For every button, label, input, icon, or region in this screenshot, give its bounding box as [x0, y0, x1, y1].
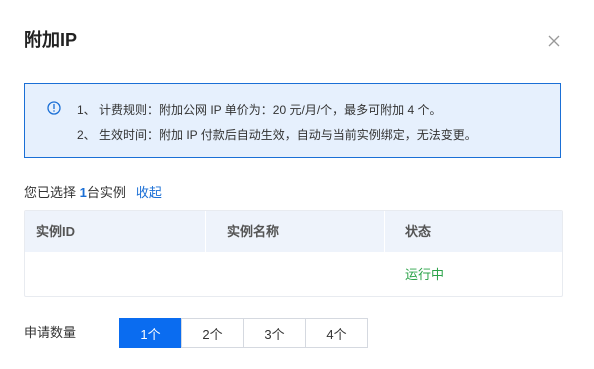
quantity-option-2[interactable]: 2个	[181, 318, 244, 348]
selection-count: 1	[79, 185, 87, 200]
cell-status: 运行中	[405, 267, 445, 282]
info-circle-icon	[47, 101, 61, 115]
quantity-option-4[interactable]: 4个	[305, 318, 368, 348]
column-header-status: 状态	[405, 224, 432, 239]
notice-billing-rule: 1、 计费规则：附加公网 IP 单价为：20 元/月/个，最多可附加 4 个。	[77, 103, 442, 117]
notice-box: 1、 计费规则：附加公网 IP 单价为：20 元/月/个，最多可附加 4 个。 …	[24, 83, 561, 158]
column-divider	[384, 211, 385, 252]
attach-ip-dialog: 附加IP 1、 计费规则：附加公网 IP 单价为：20 元/月/个，最多可附加 …	[0, 0, 594, 369]
quantity-option-1[interactable]: 1个	[119, 318, 182, 348]
notice-effective-time: 2、 生效时间：附加 IP 付款后自动生效，自动与当前实例绑定，无法变更。	[77, 128, 477, 142]
selection-prefix: 您已选择	[24, 185, 80, 200]
column-header-instance-id: 实例ID	[36, 224, 76, 239]
quantity-selector: 1个 2个 3个 4个	[119, 318, 368, 348]
column-header-instance-name: 实例名称	[227, 224, 280, 239]
table-header: 实例ID 实例名称 状态	[25, 211, 562, 252]
instance-table: 实例ID 实例名称 状态 运行中	[24, 210, 563, 297]
quantity-option-3[interactable]: 3个	[243, 318, 306, 348]
collapse-link[interactable]: 收起	[136, 185, 162, 200]
column-divider	[205, 211, 206, 252]
selection-suffix: 台实例	[86, 185, 126, 200]
selection-summary: 您已选择 1台实例 收起	[24, 182, 162, 201]
quantity-label: 申请数量	[24, 325, 77, 340]
dialog-title: 附加IP	[24, 30, 78, 50]
table-row: 运行中	[25, 252, 562, 296]
close-icon[interactable]	[546, 33, 562, 49]
